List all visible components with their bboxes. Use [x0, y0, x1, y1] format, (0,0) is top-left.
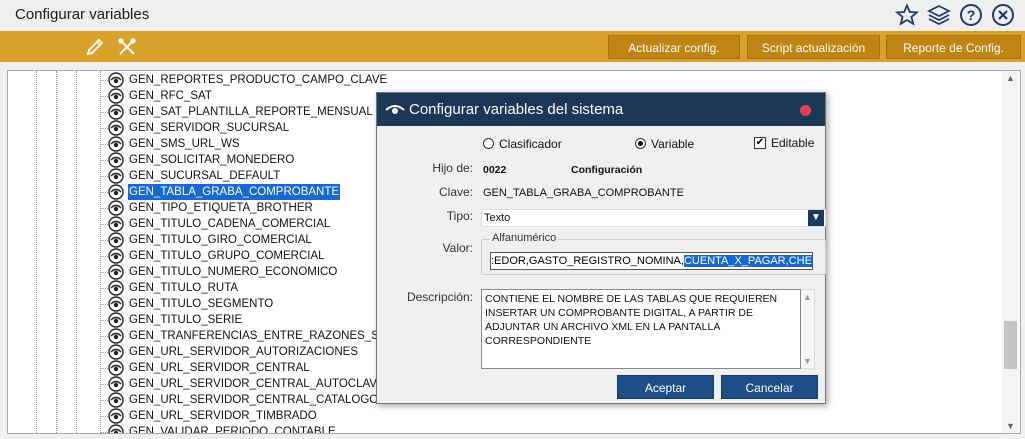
tree-scrollbar[interactable]: ▲ ▼ — [1002, 71, 1019, 433]
tree-item-label: GEN_SOLICITAR_MONEDERO — [129, 154, 295, 166]
tree-item-label: GEN_URL_SERVIDOR_AUTORIZACIONES — [129, 346, 358, 358]
tree-item-label: GEN_TITULO_SERIE — [129, 314, 243, 326]
pencil-icon[interactable] — [84, 36, 106, 58]
tree-item-label: GEN_TITULO_GIRO_COMERCIAL — [129, 234, 312, 246]
tree-item-label: GEN_TITULO_RUTA — [129, 282, 239, 294]
descripcion-label: Descripción: — [406, 290, 473, 304]
script-actualizacion-button[interactable]: Script actualización — [747, 35, 880, 59]
variable-node-icon — [108, 72, 124, 88]
aceptar-button[interactable]: Aceptar — [617, 375, 714, 399]
variable-node-icon — [108, 152, 124, 168]
toolbar: Actualizar config. Script actualización … — [0, 31, 1025, 62]
tree-item-label: GEN_TITULO_CADENA_COMERCIAL — [129, 218, 331, 230]
variable-label: Variable — [651, 137, 695, 151]
descripcion-scrollbar[interactable]: ▲ ▼ — [801, 289, 815, 369]
clasificador-label: Clasificador — [499, 137, 562, 151]
tipo-select[interactable]: Texto ▼ — [481, 209, 826, 227]
variable-radio[interactable] — [635, 138, 646, 149]
reporte-config-button[interactable]: Reporte de Config. — [886, 35, 1021, 59]
valor-group: Alfanumérico :EDOR,GASTO_REGISTRO_NOMINA… — [481, 232, 826, 275]
dialog-header: Configurar variables del sistema — [377, 93, 825, 126]
variable-node-icon — [108, 232, 124, 248]
variable-node-icon — [108, 296, 124, 312]
valor-label: Valor: — [442, 241, 473, 255]
variable-node-icon — [108, 88, 124, 104]
variable-node-icon — [108, 136, 124, 152]
tipo-value: Texto — [484, 212, 511, 224]
close-icon[interactable] — [991, 3, 1015, 27]
tree-item-label: GEN_TITULO_GRUPO_COMERCIAL — [129, 250, 325, 262]
valor-input[interactable]: :EDOR,GASTO_REGISTRO_NOMINA,CUENTA_X_PAG… — [490, 252, 813, 270]
variable-node-icon — [108, 216, 124, 232]
cancelar-button[interactable]: Cancelar — [721, 375, 818, 399]
hijo-de-label: Hijo de: — [432, 161, 473, 175]
descripcion-textarea[interactable]: CONTIENE EL NOMBRE DE LAS TABLAS QUE REQ… — [481, 289, 801, 369]
dialog-logo-icon — [385, 101, 405, 117]
tree-item-label: GEN_URL_SERVIDOR_CENTRAL_CATALOGO — [129, 394, 379, 406]
tree-item-label: GEN_SAT_PLANTILLA_REPORTE_MENSUAL — [129, 106, 373, 118]
window-title: Configurar variables — [15, 6, 150, 23]
variable-node-icon — [108, 328, 124, 344]
tree-item-label: GEN_URL_SERVIDOR_TIMBRADO — [129, 410, 317, 422]
tree-item-label: GEN_TITULO_SEGMENTO — [129, 298, 274, 310]
tree-item-label: GEN_VALIDAR_PERIODO_CONTABLE — [129, 426, 336, 434]
tree-item-label: GEN_REPORTES_PRODUCTO_CAMPO_CLAVE — [129, 74, 388, 86]
tree-item-label: GEN_URL_SERVIDOR_CENTRAL — [129, 362, 310, 374]
configurar-variables-dialog: Configurar variables del sistema Clasifi… — [376, 92, 826, 404]
clave-label: Clave: — [438, 185, 473, 199]
scrollbar-thumb[interactable] — [1004, 321, 1017, 369]
tree-item-label: GEN_SERVIDOR_SUCURSAL — [129, 122, 290, 134]
variable-node-icon — [108, 184, 124, 200]
variable-node-icon — [108, 360, 124, 376]
chevron-down-icon[interactable]: ▼ — [808, 210, 824, 226]
variable-node-icon — [108, 424, 124, 433]
variable-node-icon — [108, 408, 124, 424]
star-icon[interactable] — [894, 3, 920, 27]
tipo-label: Tipo: — [446, 209, 473, 223]
tools-icon[interactable] — [116, 36, 138, 58]
variable-node-icon — [108, 248, 124, 264]
dialog-close-icon[interactable] — [800, 105, 811, 116]
hijo-de-code: 0022 — [483, 164, 507, 176]
valor-text-selected: CUENTA_X_PAGAR,CHEQUE — [683, 255, 812, 267]
valor-group-label: Alfanumérico — [490, 232, 559, 244]
variable-node-icon — [108, 376, 124, 392]
variable-node-icon — [108, 280, 124, 296]
variable-node-icon — [108, 168, 124, 184]
editable-label: Editable — [771, 136, 815, 150]
window-titlebar: Configurar variables ? — [0, 0, 1025, 31]
tree-item-label: GEN_URL_SERVIDOR_CENTRAL_AUTOCLAVE — [129, 378, 385, 390]
actualizar-config-button[interactable]: Actualizar config. — [608, 35, 740, 59]
layers-icon[interactable] — [927, 3, 951, 27]
variable-node-icon — [108, 120, 124, 136]
variable-node-icon — [108, 312, 124, 328]
variable-node-icon — [108, 200, 124, 216]
tree-item-label: GEN_TABLA_GRABA_COMPROBANTE — [128, 184, 341, 200]
hijo-de-name: Configuración — [571, 164, 643, 176]
tree-item-label: GEN_SUCURSAL_DEFAULT — [129, 170, 281, 182]
clave-value: GEN_TABLA_GRABA_COMPROBANTE — [483, 187, 684, 199]
tree-item-label: GEN_TITULO_NUMERO_ECONOMICO — [129, 266, 338, 278]
dialog-title: Configurar variables del sistema — [409, 101, 624, 118]
valor-text: :EDOR,GASTO_REGISTRO_NOMINA, — [491, 255, 684, 267]
tree-item-label: GEN_TIPO_ETIQUETA_BROTHER — [129, 202, 313, 214]
svg-text:?: ? — [967, 7, 976, 23]
tree-item-label: GEN_SMS_URL_WS — [129, 138, 240, 150]
editable-checkbox[interactable]: ✔ — [754, 137, 766, 149]
help-icon[interactable]: ? — [959, 3, 983, 27]
variable-node-icon — [108, 264, 124, 280]
clasificador-radio[interactable] — [483, 138, 494, 149]
tree-item-label: GEN_RFC_SAT — [129, 90, 212, 102]
variable-node-icon — [108, 392, 124, 408]
variable-node-icon — [108, 104, 124, 120]
variable-node-icon — [108, 344, 124, 360]
